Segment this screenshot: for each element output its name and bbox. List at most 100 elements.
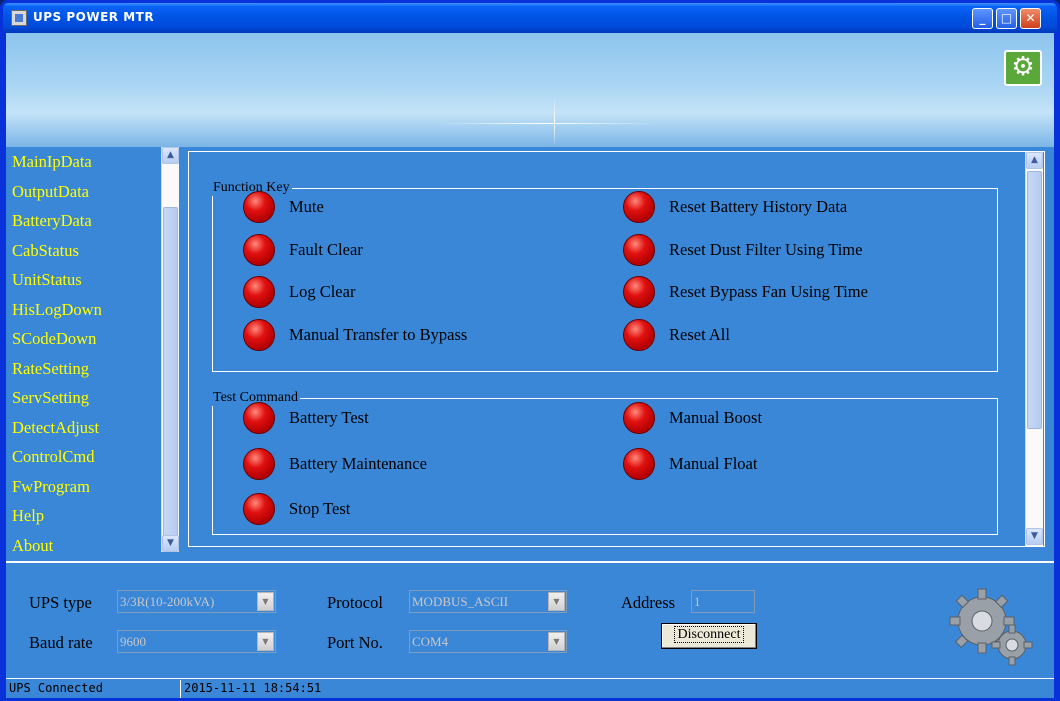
scroll-down-icon[interactable]: ▼	[162, 535, 179, 552]
manual-float-label: Manual Float	[669, 454, 758, 473]
sidebar-item-fwprogram[interactable]: FwProgram	[12, 477, 102, 508]
protocol-select[interactable]: MODBUS_ASCII ▼	[409, 590, 567, 613]
sidebar-item-ratesetting[interactable]: RateSetting	[12, 359, 102, 390]
reset-all-button[interactable]: Reset All	[623, 319, 730, 351]
status-datetime: 2015-11-11 18:54:51	[184, 681, 322, 695]
maximize-button[interactable]: □	[996, 8, 1017, 29]
red-led-icon	[623, 276, 655, 308]
ups-type-value: 3/3R(10-200kVA)	[120, 593, 215, 609]
red-led-icon	[243, 402, 275, 434]
gear-icon: ⚙	[1011, 52, 1035, 82]
baud-rate-value: 9600	[120, 633, 146, 649]
log-clear-button[interactable]: Log Clear	[243, 276, 355, 308]
red-led-icon	[243, 493, 275, 525]
red-led-icon	[243, 448, 275, 480]
battery-maintenance-button[interactable]: Battery Maintenance	[243, 448, 427, 480]
manual-boost-label: Manual Boost	[669, 408, 763, 427]
sidebar-item-servsetting[interactable]: ServSetting	[12, 389, 102, 419]
mute-label: Mute	[289, 197, 324, 216]
title-bar[interactable]: UPS POWER MTR _ □ ✕	[3, 3, 1057, 33]
red-led-icon	[243, 319, 275, 351]
scroll-up-icon[interactable]: ▲	[162, 147, 179, 164]
app-icon	[11, 10, 27, 26]
status-bar: UPS Connected 2015-11-11 18:54:51	[6, 678, 1054, 698]
disconnect-button[interactable]: Disconnect	[661, 623, 757, 649]
minimize-button[interactable]: _	[972, 8, 993, 29]
close-button[interactable]: ✕	[1020, 8, 1041, 29]
reset-battery-history-button[interactable]: Reset Battery History Data	[623, 191, 847, 223]
reset-bypass-fan-label: Reset Bypass Fan Using Time	[669, 282, 868, 301]
banner-flare	[436, 123, 656, 124]
red-led-icon	[623, 402, 655, 434]
sidebar-scroll-thumb[interactable]	[163, 207, 178, 537]
settings-button[interactable]: ⚙	[1004, 50, 1042, 86]
red-led-icon	[623, 319, 655, 351]
red-led-icon	[243, 276, 275, 308]
command-panel: Function Key Mute Fault Clear Log Clear …	[188, 151, 1045, 547]
ups-type-select[interactable]: 3/3R(10-200kVA) ▼	[117, 590, 276, 613]
connection-panel: UPS type 3/3R(10-200kVA) ▼ Protocol MODB…	[6, 561, 1054, 678]
battery-test-label: Battery Test	[289, 408, 369, 427]
fault-clear-label: Fault Clear	[289, 240, 363, 259]
port-select[interactable]: COM4 ▼	[409, 630, 567, 653]
chevron-down-icon[interactable]: ▼	[257, 632, 274, 651]
baud-rate-select[interactable]: 9600 ▼	[117, 630, 276, 653]
manual-boost-button[interactable]: Manual Boost	[623, 402, 762, 434]
address-label: Address	[621, 593, 676, 612]
protocol-value: MODBUS_ASCII	[412, 593, 509, 609]
manual-float-button[interactable]: Manual Float	[623, 448, 757, 480]
sidebar-item-unitstatus[interactable]: UnitStatus	[12, 271, 102, 301]
sidebar-item-scodedown[interactable]: SCodeDown	[12, 330, 102, 360]
port-value: COM4	[412, 633, 449, 649]
log-clear-label: Log Clear	[289, 282, 356, 301]
battery-maintenance-label: Battery Maintenance	[289, 454, 427, 473]
app-window: UPS POWER MTR _ □ ✕ ⚙ MainIpData OutputD…	[0, 0, 1060, 701]
address-field[interactable]: 1	[691, 590, 755, 613]
manual-transfer-bypass-button[interactable]: Manual Transfer to Bypass	[243, 319, 467, 351]
reset-battery-history-label: Reset Battery History Data	[669, 197, 848, 216]
stop-test-label: Stop Test	[289, 499, 351, 518]
fault-clear-button[interactable]: Fault Clear	[243, 234, 363, 266]
sidebar-item-controlcmd[interactable]: ControlCmd	[12, 448, 102, 478]
window-title: UPS POWER MTR	[33, 10, 155, 24]
scroll-down-icon[interactable]: ▼	[1026, 528, 1043, 545]
manual-transfer-bypass-label: Manual Transfer to Bypass	[289, 325, 468, 344]
stop-test-button[interactable]: Stop Test	[243, 493, 350, 525]
reset-all-label: Reset All	[669, 325, 730, 344]
sidebar-item-mainipdata[interactable]: MainIpData	[12, 153, 102, 183]
panel-scroll-thumb[interactable]	[1027, 171, 1042, 429]
header-banner: ⚙	[6, 33, 1054, 147]
disconnect-label: Disconnect	[673, 626, 745, 643]
connection-status: UPS Connected	[6, 680, 181, 698]
panel-scrollbar[interactable]: ▲ ▼	[1025, 152, 1043, 546]
sidebar-item-outputdata[interactable]: OutputData	[12, 182, 102, 213]
scroll-up-icon[interactable]: ▲	[1026, 152, 1043, 169]
sidebar-item-cabstatus[interactable]: CabStatus	[12, 241, 102, 272]
gears-icon	[949, 588, 1033, 666]
sidebar-item-detectadjust[interactable]: DetectAdjust	[12, 418, 102, 449]
red-led-icon	[243, 234, 275, 266]
mute-button[interactable]: Mute	[243, 191, 324, 223]
sidebar-item-help[interactable]: Help	[12, 507, 102, 537]
red-led-icon	[623, 448, 655, 480]
reset-dust-filter-button[interactable]: Reset Dust Filter Using Time	[623, 234, 862, 266]
red-led-icon	[243, 191, 275, 223]
chevron-down-icon[interactable]: ▼	[548, 592, 565, 611]
sidebar-scrollbar[interactable]: ▲ ▼	[161, 147, 179, 552]
client-area: ⚙ MainIpData OutputData BatteryData CabS…	[6, 33, 1054, 698]
banner-flare-vertical	[554, 97, 555, 147]
sidebar-nav: MainIpData OutputData BatteryData CabSta…	[12, 153, 102, 566]
port-label: Port No.	[327, 633, 383, 652]
chevron-down-icon[interactable]: ▼	[257, 592, 274, 611]
protocol-label: Protocol	[327, 593, 383, 612]
reset-dust-filter-label: Reset Dust Filter Using Time	[669, 240, 863, 259]
sidebar-item-batterydata[interactable]: BatteryData	[12, 212, 102, 242]
baud-rate-label: Baud rate	[29, 633, 93, 652]
ups-type-label: UPS type	[29, 593, 92, 612]
sidebar-item-hislogdown[interactable]: HisLogDown	[12, 300, 102, 331]
red-led-icon	[623, 234, 655, 266]
reset-bypass-fan-button[interactable]: Reset Bypass Fan Using Time	[623, 276, 868, 308]
battery-test-button[interactable]: Battery Test	[243, 402, 369, 434]
chevron-down-icon[interactable]: ▼	[548, 632, 565, 651]
red-led-icon	[623, 191, 655, 223]
